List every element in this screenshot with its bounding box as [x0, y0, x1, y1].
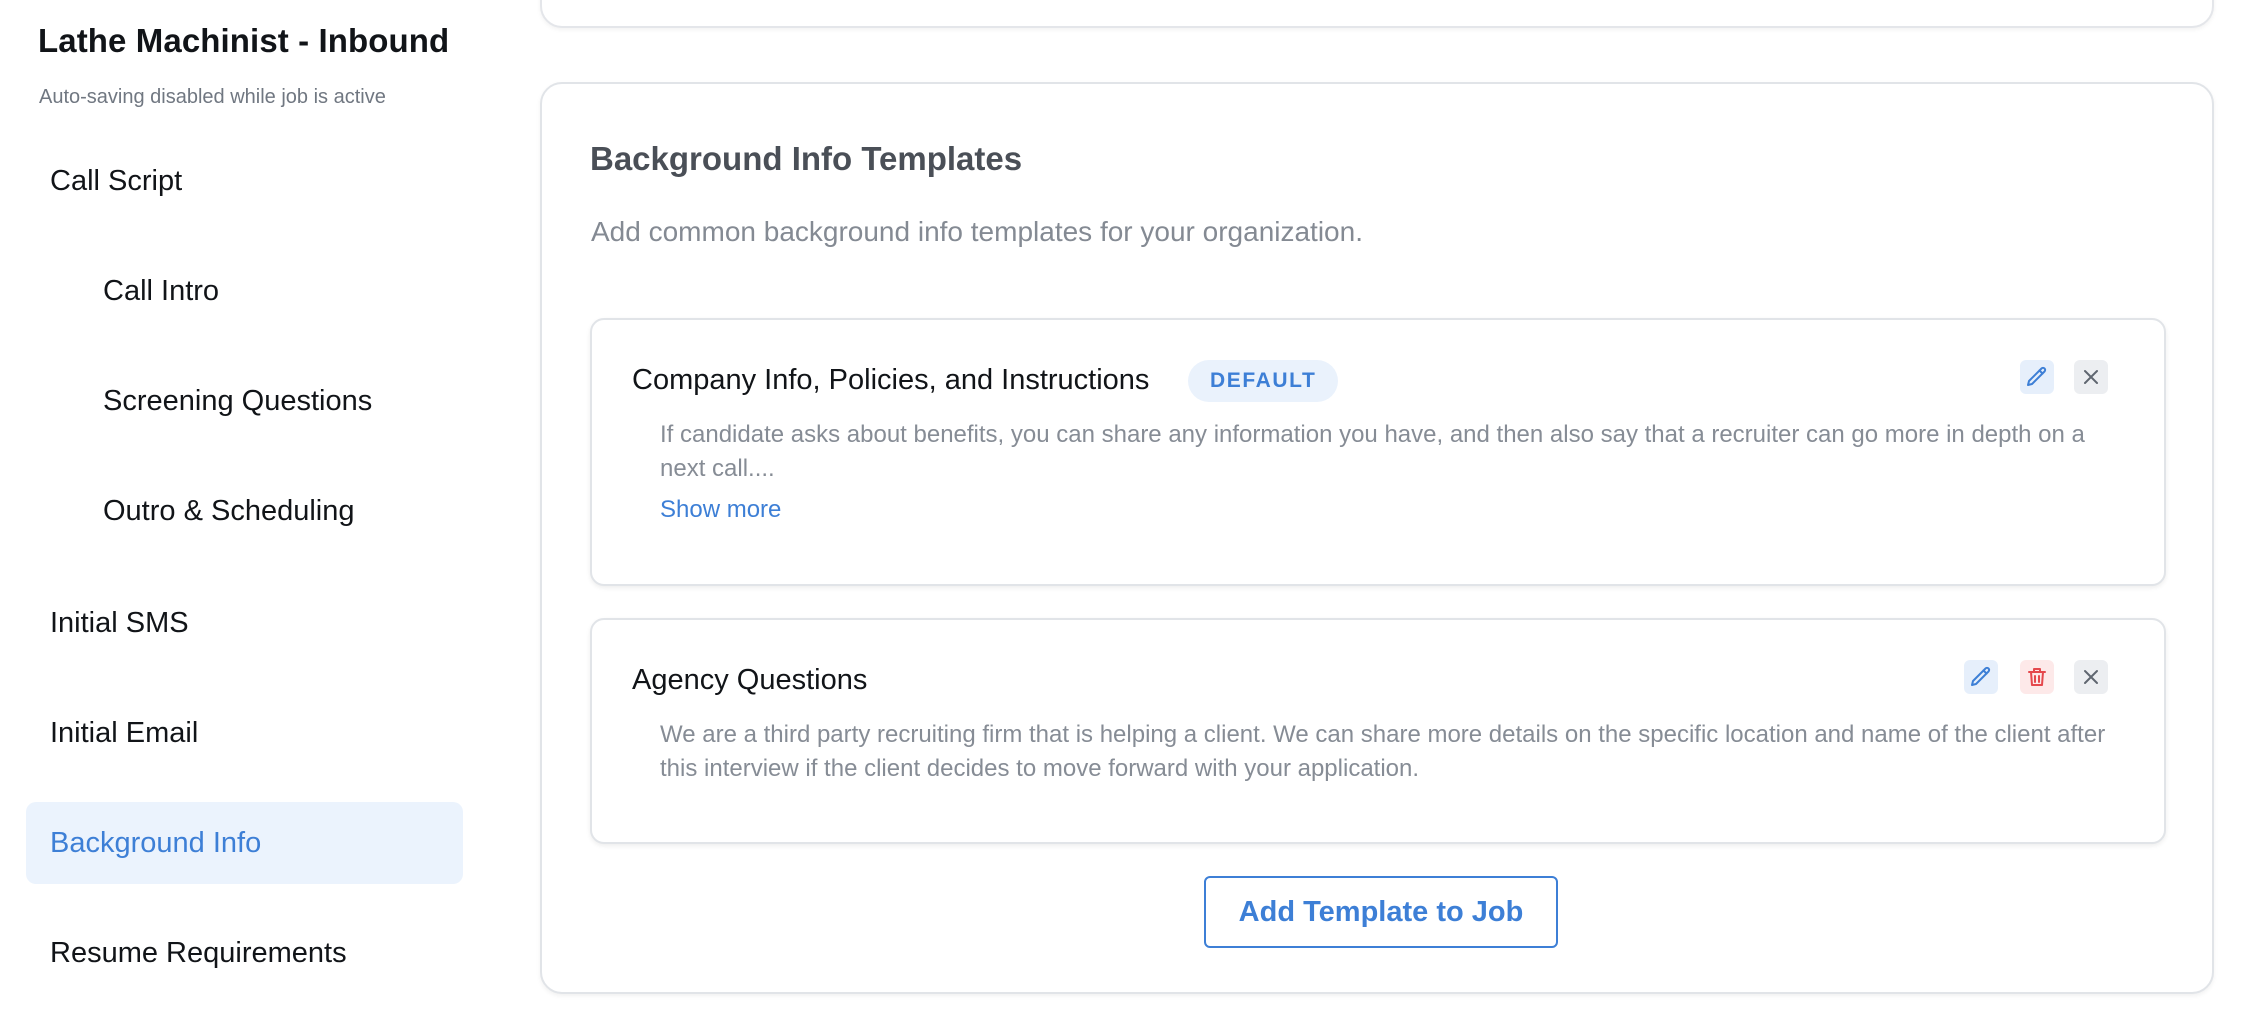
job-title: Lathe Machinist - Inbound: [38, 22, 450, 59]
panel-title: Background Info Templates: [590, 140, 1023, 177]
sidebar-item-call-script[interactable]: Call Script: [26, 140, 463, 222]
close-icon: [2084, 370, 2098, 384]
sidebar-item-outro-scheduling[interactable]: Outro & Scheduling: [26, 470, 463, 552]
sidebar: Lathe Machinist - Inbound Auto-saving di…: [0, 0, 500, 1028]
sidebar-item-label: Call Script: [50, 164, 183, 197]
template-card: Company Info, Policies, and Instructions…: [590, 318, 2166, 586]
sidebar-item-initial-email[interactable]: Initial Email: [26, 692, 463, 774]
sidebar-item-label: Outro & Scheduling: [103, 494, 355, 527]
sidebar-item-screening-questions[interactable]: Screening Questions: [26, 360, 463, 442]
sidebar-item-call-intro[interactable]: Call Intro: [26, 250, 463, 332]
edit-template-button[interactable]: [1964, 660, 1998, 694]
sidebar-item-label: Initial SMS: [50, 606, 189, 639]
sidebar-item-label: Call Intro: [103, 274, 220, 307]
template-card: Agency Questions We are a third party re…: [590, 618, 2166, 844]
sidebar-item-label: Screening Questions: [103, 384, 373, 417]
delete-template-button[interactable]: [2020, 660, 2054, 694]
add-template-button[interactable]: Add Template to Job: [1204, 876, 1558, 948]
sidebar-item-background-info[interactable]: Background Info: [26, 802, 463, 884]
previous-section-card: [540, 0, 2214, 28]
remove-template-button[interactable]: [2074, 360, 2108, 394]
template-body: If candidate asks about benefits, you ca…: [660, 421, 2085, 482]
background-info-panel: Background Info Templates Add common bac…: [540, 82, 2214, 994]
template-name: Agency Questions: [632, 664, 868, 696]
sidebar-item-initial-sms[interactable]: Initial SMS: [26, 582, 463, 664]
default-badge: DEFAULT: [1188, 360, 1339, 402]
show-more-link[interactable]: Show more: [660, 496, 781, 524]
sidebar-item-label: Initial Email: [50, 716, 199, 749]
sidebar-item-label: Background Info: [50, 826, 262, 859]
template-body: We are a third party recruiting firm tha…: [660, 721, 2106, 782]
sidebar-item-label: Resume Requirements: [50, 936, 347, 969]
edit-template-button[interactable]: [2020, 360, 2054, 394]
panel-description: Add common background info templates for…: [591, 216, 1363, 247]
sidebar-item-resume-requirements[interactable]: Resume Requirements: [26, 912, 463, 994]
autosave-status: Auto-saving disabled while job is active: [39, 86, 386, 108]
close-icon: [2084, 670, 2098, 684]
trash-icon: [2028, 668, 2046, 686]
pencil-icon: [2027, 366, 2047, 386]
template-name: Company Info, Policies, and Instructions: [632, 364, 1150, 396]
remove-template-button[interactable]: [2074, 660, 2108, 694]
app-root: Lathe Machinist - Inbound Auto-saving di…: [0, 0, 2246, 1028]
pencil-icon: [1971, 666, 1991, 686]
